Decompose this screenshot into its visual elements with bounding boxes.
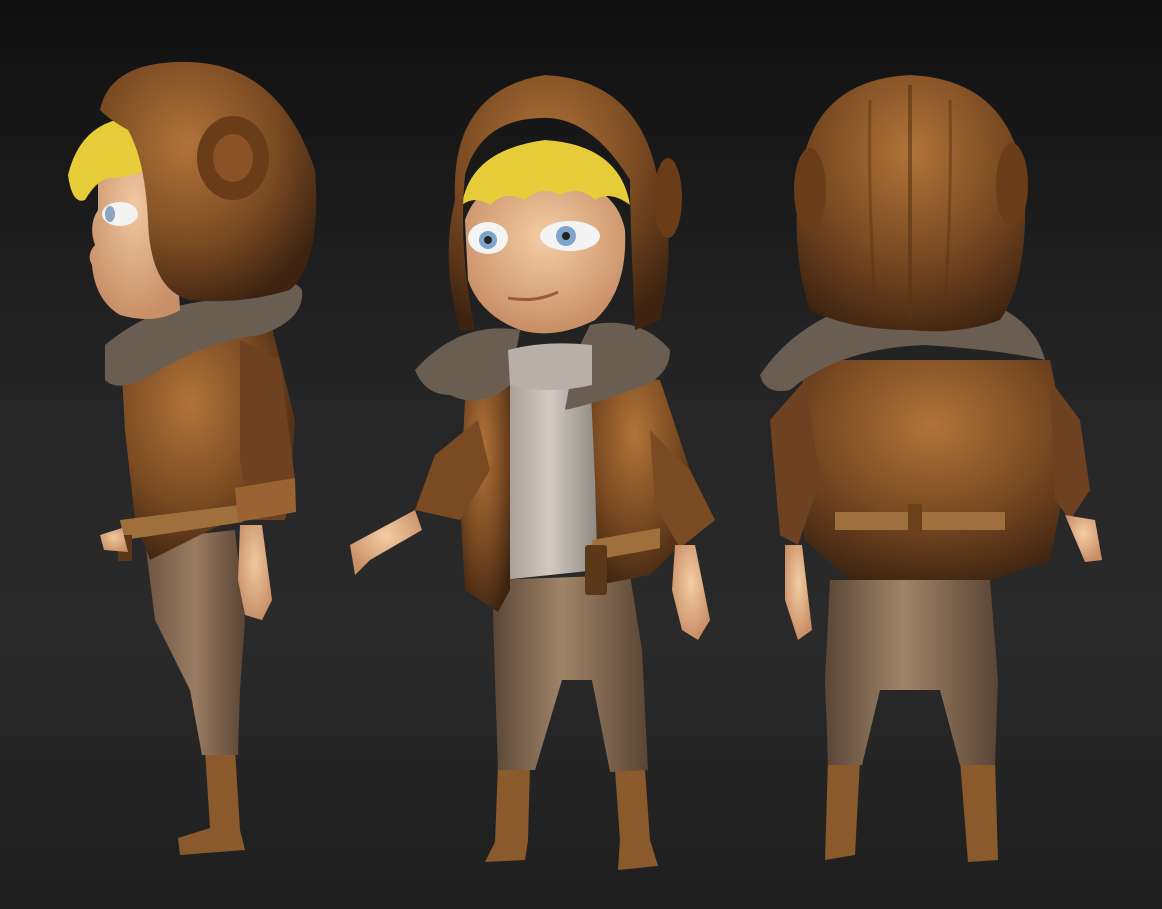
character-side-view bbox=[40, 0, 340, 909]
sleeve-right bbox=[1050, 380, 1090, 520]
hand-right bbox=[1065, 515, 1102, 562]
boot bbox=[178, 750, 245, 855]
character-front-view bbox=[330, 0, 750, 909]
pupil-right bbox=[562, 232, 570, 240]
iris bbox=[105, 206, 115, 222]
render-viewport bbox=[0, 0, 1162, 909]
helmet-earpiece bbox=[654, 158, 682, 238]
trousers bbox=[145, 530, 245, 755]
boot-left bbox=[485, 765, 530, 862]
helmet-earpiece-left bbox=[794, 148, 826, 232]
scarf bbox=[508, 343, 592, 390]
helmet-earpiece-right bbox=[996, 143, 1028, 227]
back-view-figure bbox=[760, 75, 1102, 862]
helmet-earpiece-center bbox=[213, 134, 253, 182]
hand-right bbox=[672, 545, 710, 640]
trousers bbox=[825, 580, 998, 765]
boot-right bbox=[615, 770, 658, 870]
belt-buckle bbox=[585, 545, 607, 595]
hand-left bbox=[350, 510, 422, 575]
character-back-view bbox=[750, 0, 1130, 909]
jacket bbox=[795, 360, 1070, 580]
pupil-left bbox=[484, 236, 492, 244]
boot-right bbox=[960, 760, 998, 862]
hand-left bbox=[785, 545, 812, 640]
side-view-figure bbox=[68, 61, 317, 855]
trousers bbox=[492, 575, 648, 772]
boot-left bbox=[825, 760, 860, 860]
belt-strap bbox=[908, 504, 922, 534]
front-view-figure bbox=[350, 75, 715, 870]
